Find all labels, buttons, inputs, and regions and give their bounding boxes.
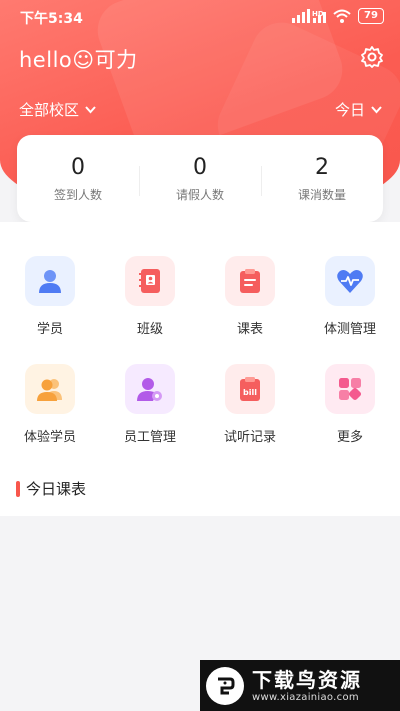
signal-label: HD [312,10,324,18]
wifi-icon [333,9,351,23]
stat-leave[interactable]: 0 请假人数 [139,154,261,203]
menu-item-label: 学员 [36,322,63,337]
menu-item-schedule[interactable]: 课表 [200,256,300,337]
menu-item-staff[interactable]: 员工管理 [100,364,200,445]
staff-gear-icon [125,364,175,414]
chevron-down-icon [85,105,96,113]
section-title: 今日课表 [26,480,87,498]
campus-selector[interactable]: 全部校区 [19,99,96,120]
menu-item-classes[interactable]: 班级 [100,256,200,337]
menu-item-label: 试听记录 [223,430,276,445]
stat-value: 2 [315,155,329,180]
status-icons: HD 79 [292,8,384,24]
battery-indicator: 79 [358,8,384,24]
chevron-down-icon [371,105,382,113]
menu-item-label: 体测管理 [323,322,376,337]
svg-text:bill: bill [243,388,257,397]
class-book-icon [125,256,175,306]
heart-pulse-icon [325,256,375,306]
menu-item-label: 员工管理 [123,430,176,445]
trial-students-icon [25,364,75,414]
stat-label: 请假人数 [175,188,224,202]
schedule-clipboard-icon [225,256,275,306]
stat-value: 0 [71,155,85,180]
today-schedule-section: 今日课表 [16,478,86,499]
menu-item-label: 课表 [236,322,263,337]
menu-item-label: 更多 [336,430,363,445]
greeting-title: hello☺可力 [19,48,138,72]
date-selector-label: 今日 [334,101,365,119]
menu-row-2: 体验学员 员工管理 bill 试听记录 更多 [0,364,400,445]
stat-label: 签到人数 [53,188,102,202]
settings-gear-icon[interactable] [360,45,384,69]
watermark-banner: 下载鸟资源 www.xiazainiao.com [200,660,400,711]
menu-item-audition-records[interactable]: bill 试听记录 [200,364,300,445]
student-icon [25,256,75,306]
menu-item-more[interactable]: 更多 [300,364,400,445]
audition-record-icon: bill [225,364,275,414]
stats-card: 0 签到人数 0 请假人数 2 课消数量 [17,135,383,222]
stat-label: 课消数量 [297,188,346,202]
menu-item-label: 体验学员 [23,430,76,445]
menu-item-fitness-test[interactable]: 体测管理 [300,256,400,337]
stat-lesson-consumption[interactable]: 2 课消数量 [261,154,383,203]
menu-item-label: 班级 [136,322,163,337]
watermark-url: www.xiazainiao.com [252,692,359,703]
section-accent-bar [16,480,20,497]
signal-icon: HD [292,9,326,23]
bird-logo-icon [206,666,244,705]
menu-item-trial-students[interactable]: 体验学员 [0,364,100,445]
date-selector[interactable]: 今日 [335,99,382,120]
more-grid-icon [325,364,375,414]
status-time: 下午5:34 [20,11,83,27]
stat-value: 0 [193,155,207,180]
menu-row-1: 学员 班级 课表 体测管理 [0,256,400,337]
campus-selector-label: 全部校区 [19,101,80,119]
watermark-title: 下载鸟资源 [252,668,362,692]
menu-item-students[interactable]: 学员 [0,256,100,337]
stat-sign-in[interactable]: 0 签到人数 [17,154,139,203]
status-bar: 下午5:34 HD 79 [0,0,400,34]
